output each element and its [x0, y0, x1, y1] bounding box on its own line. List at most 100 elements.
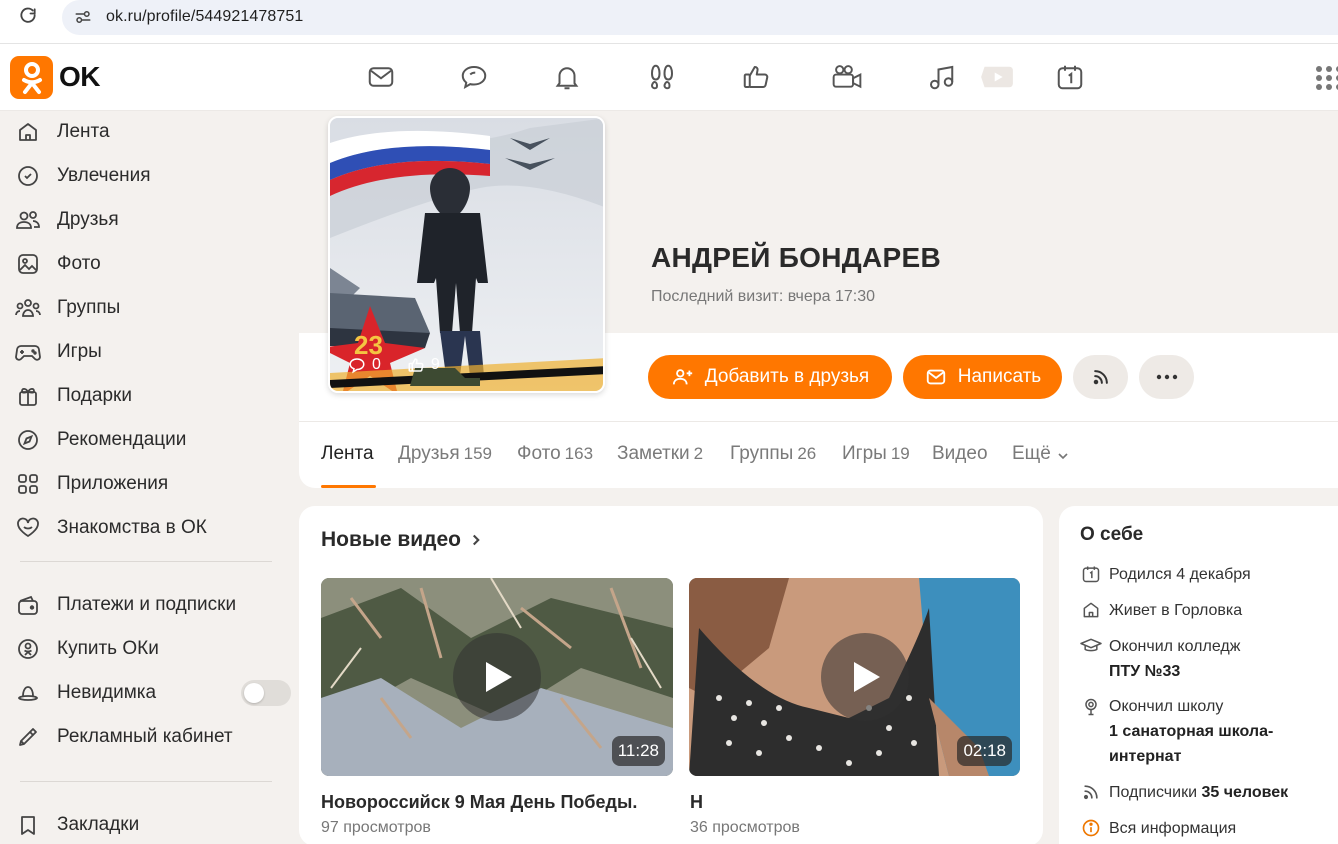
invisible-toggle[interactable]	[241, 680, 291, 706]
gamepad-icon	[14, 338, 42, 366]
profile-name: АНДРЕЙ БОНДАРЕВ	[651, 242, 942, 273]
birthday-text: Родился 4 декабря	[1109, 566, 1251, 583]
wallet-icon	[14, 591, 42, 619]
ok-logo-icon[interactable]	[10, 56, 53, 99]
all-info-link[interactable]: Вся информация	[1109, 816, 1236, 841]
sidebar-item-label: Лента	[57, 121, 110, 142]
location-text: Живет в Горловка	[1109, 602, 1243, 619]
tab-photos[interactable]: Фото 163	[517, 443, 593, 465]
about-subscribers[interactable]: Подписчики 35 человек	[1079, 780, 1288, 805]
about-title: О себе	[1080, 524, 1144, 545]
music-icon[interactable]	[924, 60, 958, 94]
site-info-icon[interactable]	[72, 6, 94, 28]
tab-friends[interactable]: Друзья 159	[398, 443, 492, 465]
address-bar[interactable]: ok.ru/profile/544921478751	[62, 0, 1338, 35]
avatar-stats: 0 9	[348, 356, 440, 374]
video-duration: 11:28	[611, 736, 665, 766]
home-icon	[14, 118, 42, 146]
more-options-button[interactable]	[1139, 355, 1194, 399]
reload-icon[interactable]	[14, 4, 42, 28]
apps-icon	[14, 470, 42, 498]
mail-icon[interactable]	[364, 60, 398, 94]
sidebar-item-invisible[interactable]: Невидимка	[14, 675, 291, 711]
about-college: Окончил колледж ПТУ №33	[1079, 634, 1240, 684]
video-title[interactable]: Н	[690, 792, 703, 813]
sidebar-item-apps[interactable]: Приложения	[14, 466, 284, 502]
calendar-icon[interactable]	[1053, 60, 1087, 94]
tab-games[interactable]: Игры 19	[842, 443, 910, 465]
rss-icon	[1079, 780, 1103, 804]
video-camera-icon[interactable]	[830, 60, 864, 94]
top-navigation: OK	[0, 44, 1338, 111]
tab-label: Фото	[517, 443, 561, 464]
subscribe-button[interactable]	[1073, 355, 1128, 399]
tab-count: 163	[564, 444, 594, 463]
sidebar-item-ads-cabinet[interactable]: Рекламный кабинет	[14, 719, 284, 755]
video-thumbnail[interactable]: 02:18	[689, 578, 1020, 776]
school-name[interactable]: 1 санаторная школа-интернат	[1109, 719, 1289, 769]
sidebar-item-games[interactable]: Игры	[14, 334, 284, 370]
bookmark-icon	[14, 811, 42, 839]
chevron-down-icon	[1058, 452, 1068, 459]
avatar-comments[interactable]: 0	[348, 356, 381, 374]
bell-icon[interactable]	[550, 60, 584, 94]
tab-video[interactable]: Видео	[932, 443, 988, 465]
video-title[interactable]: Новороссийск 9 Мая День Победы.	[321, 792, 637, 813]
video-duration: 02:18	[957, 736, 1012, 766]
guests-icon[interactable]	[645, 60, 679, 94]
sidebar-item-payments[interactable]: Платежи и подписки	[14, 587, 284, 623]
like-icon[interactable]	[739, 60, 773, 94]
sidebar-item-photo[interactable]: Фото	[14, 246, 284, 282]
like-icon	[408, 358, 424, 372]
calendar-icon	[1079, 562, 1103, 586]
home-icon	[1079, 598, 1103, 622]
chat-icon[interactable]	[457, 60, 491, 94]
avatar-likes[interactable]: 9	[407, 356, 440, 374]
tab-label: Видео	[932, 443, 988, 464]
info-icon	[1079, 816, 1103, 840]
hobby-icon	[14, 162, 42, 190]
sidebar-item-hobbies[interactable]: Увлечения	[14, 158, 284, 194]
graduation-cap-icon	[1079, 634, 1103, 658]
sidebar-item-gifts[interactable]: Подарки	[14, 378, 284, 414]
tab-notes[interactable]: Заметки 2	[617, 443, 703, 465]
rss-icon	[1093, 370, 1108, 385]
heart-icon	[14, 514, 42, 542]
tab-more[interactable]: Ещё	[1012, 443, 1071, 465]
sidebar-item-feed[interactable]: Лента	[14, 114, 284, 150]
avatar-comments-count: 0	[372, 356, 381, 373]
play-icon[interactable]	[980, 60, 1014, 94]
tab-groups[interactable]: Группы 26	[730, 443, 816, 465]
add-friend-button[interactable]: Добавить в друзья	[648, 355, 892, 399]
sidebar-item-label: Купить ОКи	[57, 638, 159, 659]
sidebar-item-label: Группы	[57, 297, 121, 318]
sidebar-item-dating[interactable]: Знакомства в ОК	[14, 510, 284, 546]
sidebar-item-label: Фото	[57, 253, 101, 274]
compass-icon	[14, 426, 42, 454]
tab-label: Друзья	[398, 443, 460, 464]
tab-feed[interactable]: Лента	[321, 443, 374, 465]
sidebar-item-recommendations[interactable]: Рекомендации	[14, 422, 284, 458]
write-message-button[interactable]: Написать	[903, 355, 1062, 399]
sidebar-item-friends[interactable]: Друзья	[14, 202, 284, 238]
sidebar-item-buy-oki[interactable]: Купить ОКи	[14, 631, 284, 667]
about-all-info[interactable]: Вся информация	[1079, 816, 1236, 841]
tab-count: 19	[890, 444, 910, 463]
photo-icon	[14, 250, 42, 278]
comment-icon	[349, 358, 365, 374]
friends-icon	[14, 206, 42, 234]
new-videos-title[interactable]: Новые видео	[321, 528, 485, 552]
tab-count: 26	[797, 444, 817, 463]
profile-avatar[interactable]: 23	[328, 116, 605, 393]
logo-text[interactable]: OK	[59, 61, 101, 93]
sidebar-item-groups[interactable]: Группы	[14, 290, 284, 326]
tab-label: Лента	[321, 443, 374, 464]
play-icon[interactable]	[453, 633, 541, 721]
sidebar-item-label: Платежи и подписки	[57, 594, 237, 615]
play-icon[interactable]	[821, 633, 909, 721]
college-name[interactable]: ПТУ №33	[1109, 663, 1180, 680]
video-thumbnail[interactable]: 11:28	[321, 578, 673, 776]
tabs-separator	[299, 421, 1338, 422]
sidebar-item-bookmarks[interactable]: Закладки	[14, 807, 284, 843]
apps-grid-icon[interactable]	[1314, 64, 1338, 92]
